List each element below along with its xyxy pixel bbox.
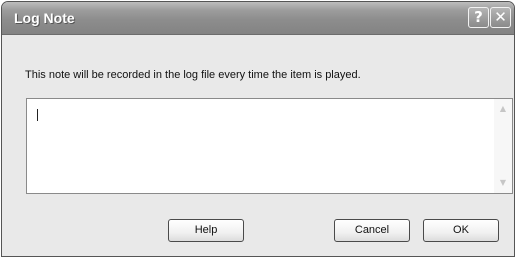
scroll-down-arrow-icon[interactable]: ▼ — [494, 175, 512, 191]
note-text-area[interactable] — [27, 99, 495, 193]
window-title: Log Note — [14, 10, 75, 26]
note-scrollbar[interactable]: ▲ ▼ — [494, 99, 512, 193]
scroll-up-arrow-icon[interactable]: ▲ — [494, 101, 512, 117]
text-caret — [37, 109, 38, 121]
close-icon[interactable]: ✕ — [490, 7, 511, 28]
title-bar[interactable]: Log Note ? ✕ — [2, 2, 514, 35]
help-question-icon[interactable]: ? — [468, 7, 489, 28]
note-description: This note will be recorded in the log fi… — [25, 69, 361, 81]
log-note-dialog: Log Note ? ✕ This note will be recorded … — [1, 1, 515, 257]
ok-button[interactable]: OK — [423, 219, 499, 242]
help-button[interactable]: Help — [168, 219, 244, 242]
note-text-area-container[interactable]: ▲ ▼ — [26, 98, 513, 194]
cancel-button[interactable]: Cancel — [334, 219, 410, 242]
